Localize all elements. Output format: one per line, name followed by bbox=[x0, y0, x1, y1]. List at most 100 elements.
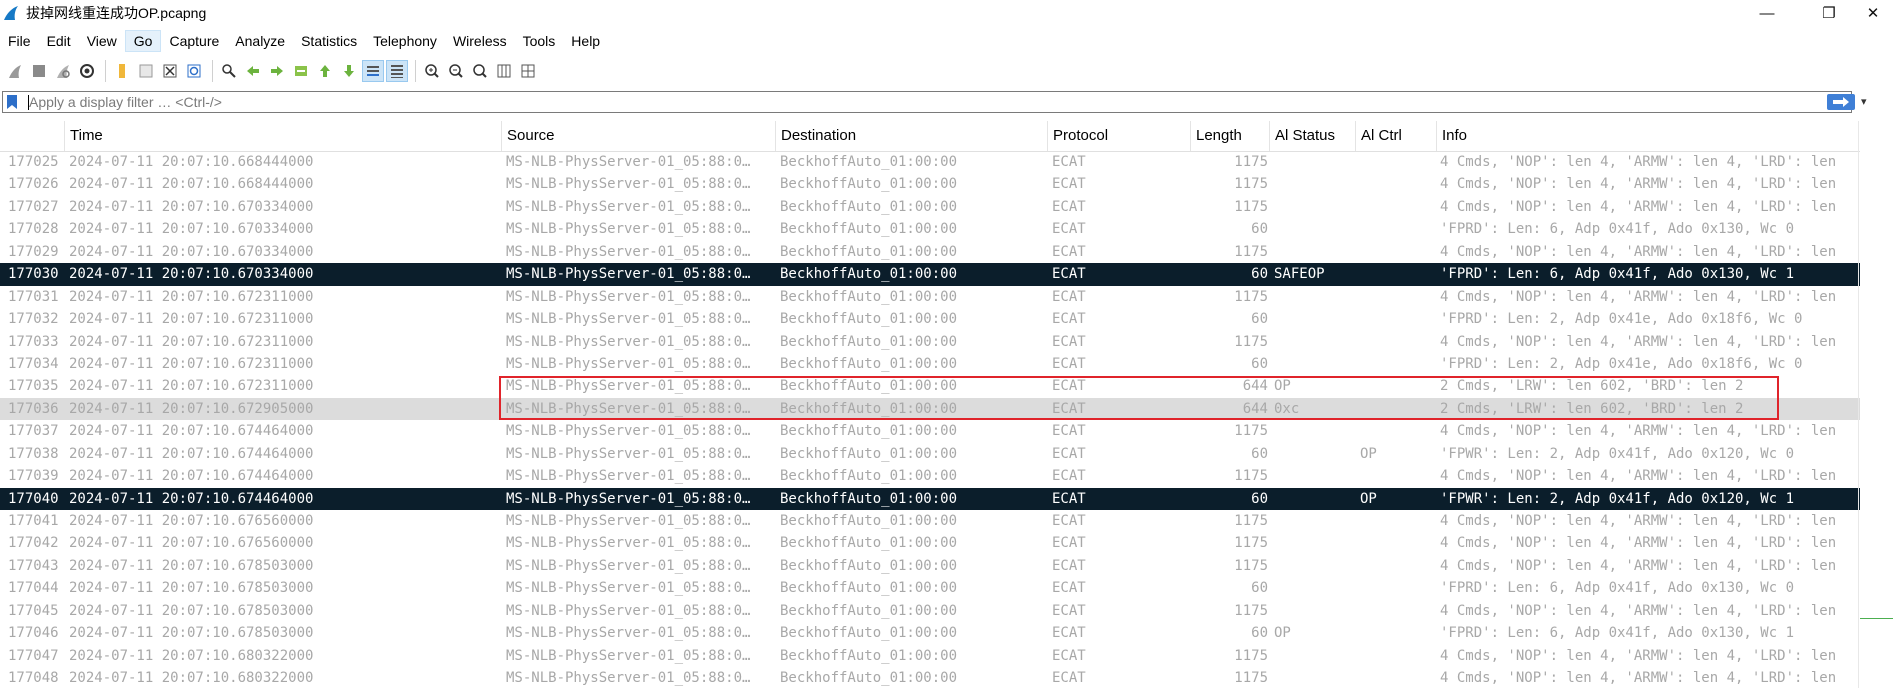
apply-filter-button[interactable] bbox=[1827, 94, 1855, 110]
packet-no: 177026 bbox=[8, 176, 59, 193]
packet-no: 177045 bbox=[8, 602, 59, 619]
menu-tools[interactable]: Tools bbox=[515, 30, 564, 52]
close-file-icon[interactable] bbox=[159, 60, 181, 82]
column-destination[interactable]: Destination bbox=[775, 121, 1047, 151]
packet-row[interactable]: 177028 2024-07-11 20:07:10.670334000 MS-NL… bbox=[0, 218, 1860, 240]
packet-no: 177044 bbox=[8, 580, 59, 597]
menu-go[interactable]: Go bbox=[124, 30, 162, 52]
go-first-icon[interactable] bbox=[314, 60, 336, 82]
open-file-icon[interactable] bbox=[111, 60, 133, 82]
column-protocol[interactable]: Protocol bbox=[1047, 121, 1190, 151]
packet-row[interactable]: 177042 2024-07-11 20:07:10.676560000 MS-NL… bbox=[0, 532, 1860, 554]
menu-edit[interactable]: Edit bbox=[39, 30, 79, 52]
go-forward-icon[interactable] bbox=[266, 60, 288, 82]
menu-telephony[interactable]: Telephony bbox=[365, 30, 445, 52]
column-al-status[interactable]: Al Status bbox=[1269, 121, 1355, 151]
capture-options-icon[interactable] bbox=[76, 60, 98, 82]
packet-row[interactable]: 177046 2024-07-11 20:07:10.678503000 MS-NL… bbox=[0, 622, 1860, 644]
packet-row[interactable]: 177044 2024-07-11 20:07:10.678503000 MS-NL… bbox=[0, 577, 1860, 599]
packet-row[interactable]: 177032 2024-07-11 20:07:10.672311000 MS-NL… bbox=[0, 308, 1860, 330]
column-info[interactable]: Info bbox=[1436, 121, 1860, 151]
packet-destination: BeckhoffAuto_01:00:00 bbox=[780, 154, 958, 170]
packet-row[interactable]: 177047 2024-07-11 20:07:10.680322000 MS-NL… bbox=[0, 645, 1860, 667]
go-back-icon[interactable] bbox=[242, 60, 264, 82]
packet-row[interactable]: 177048 2024-07-11 20:07:10.680322000 MS-NL… bbox=[0, 667, 1860, 689]
column-no[interactable] bbox=[0, 121, 64, 151]
zoom-in-icon[interactable] bbox=[421, 60, 443, 82]
column-al-ctrl[interactable]: Al Ctrl bbox=[1355, 121, 1436, 151]
title-bar: 拔掉网线重连成功OP.pcapng — ❐ ✕ bbox=[0, 0, 1893, 26]
packet-destination: BeckhoffAuto_01:00:00 bbox=[780, 580, 958, 597]
packet-info: 'FPWR': Len: 2, Adp 0x41f, Ado 0x120, Wc… bbox=[1440, 445, 1795, 462]
packet-length: 60 bbox=[1251, 266, 1268, 283]
packet-time: 2024-07-11 20:07:10.678503000 bbox=[69, 557, 314, 574]
packet-time: 2024-07-11 20:07:10.672311000 bbox=[69, 333, 314, 350]
packet-protocol: ECAT bbox=[1052, 288, 1086, 305]
start-capture-icon[interactable] bbox=[4, 60, 26, 82]
packet-row[interactable]: 177025 2024-07-11 20:07:10.668444000 MS-NL… bbox=[0, 151, 1860, 173]
packet-al-ctrl bbox=[1360, 263, 1440, 285]
zoom-out-icon[interactable] bbox=[445, 60, 467, 82]
packet-destination: BeckhoffAuto_01:00:00 bbox=[780, 355, 958, 372]
packet-al-ctrl bbox=[1360, 645, 1440, 667]
zoom-normal-icon[interactable] bbox=[469, 60, 491, 82]
packet-row[interactable]: 177045 2024-07-11 20:07:10.678503000 MS-NL… bbox=[0, 600, 1860, 622]
bookmark-icon[interactable] bbox=[5, 94, 19, 110]
packet-no: 177032 bbox=[8, 311, 59, 328]
packet-row[interactable]: 177027 2024-07-11 20:07:10.670334000 MS-NL… bbox=[0, 196, 1860, 218]
menu-statistics[interactable]: Statistics bbox=[293, 30, 365, 52]
menu-capture[interactable]: Capture bbox=[161, 30, 227, 52]
packet-row[interactable]: 177026 2024-07-11 20:07:10.668444000 MS-NL… bbox=[0, 173, 1860, 195]
packet-row[interactable]: 177030 2024-07-11 20:07:10.670334000 MS-NL… bbox=[0, 263, 1860, 286]
packet-info: 4 Cmds, 'NOP': len 4, 'ARMW': len 4, 'LR… bbox=[1440, 535, 1837, 552]
go-last-icon[interactable] bbox=[338, 60, 360, 82]
packet-time: 2024-07-11 20:07:10.672905000 bbox=[69, 400, 314, 417]
resize-columns-icon[interactable] bbox=[493, 60, 515, 82]
packet-row[interactable]: 177037 2024-07-11 20:07:10.674464000 MS-NL… bbox=[0, 420, 1860, 442]
filter-dropdown-icon[interactable]: ▾ bbox=[1861, 95, 1867, 108]
find-packet-icon[interactable] bbox=[218, 60, 240, 82]
restart-capture-icon[interactable] bbox=[52, 60, 74, 82]
packet-length: 1175 bbox=[1234, 243, 1268, 260]
packet-row[interactable]: 177029 2024-07-11 20:07:10.670334000 MS-NL… bbox=[0, 241, 1860, 263]
packet-row[interactable]: 177031 2024-07-11 20:07:10.672311000 MS-NL… bbox=[0, 286, 1860, 308]
close-button[interactable]: ✕ bbox=[1850, 0, 1893, 26]
packet-al-ctrl bbox=[1360, 532, 1440, 554]
menu-view[interactable]: View bbox=[79, 30, 125, 52]
packet-row[interactable]: 177033 2024-07-11 20:07:10.672311000 MS-NL… bbox=[0, 331, 1860, 353]
packet-row[interactable]: 177034 2024-07-11 20:07:10.672311000 MS-NL… bbox=[0, 353, 1860, 375]
packet-info: 4 Cmds, 'NOP': len 4, 'ARMW': len 4, 'LR… bbox=[1440, 513, 1837, 529]
minimize-button[interactable]: — bbox=[1744, 0, 1790, 26]
packet-time: 2024-07-11 20:07:10.676560000 bbox=[69, 535, 314, 552]
packet-no: 177046 bbox=[8, 625, 59, 642]
menu-help[interactable]: Help bbox=[563, 30, 608, 52]
column-time[interactable]: Time bbox=[64, 121, 501, 151]
packet-row[interactable]: 177041 2024-07-11 20:07:10.676560000 MS-NL… bbox=[0, 510, 1860, 532]
column-source[interactable]: Source bbox=[501, 121, 775, 151]
packet-row[interactable]: 177043 2024-07-11 20:07:10.678503000 MS-NL… bbox=[0, 555, 1860, 577]
packet-source: MS-NLB-PhysServer-01_05:88:0… bbox=[506, 333, 751, 350]
packet-source: MS-NLB-PhysServer-01_05:88:0… bbox=[506, 513, 751, 529]
reload-file-icon[interactable] bbox=[183, 60, 205, 82]
colorize-icon[interactable] bbox=[386, 60, 408, 82]
column-length[interactable]: Length bbox=[1190, 121, 1269, 151]
display-filter-input[interactable] bbox=[29, 93, 1809, 111]
save-file-icon[interactable] bbox=[135, 60, 157, 82]
packet-row[interactable]: 177040 2024-07-11 20:07:10.674464000 MS-NL… bbox=[0, 487, 1860, 510]
packet-destination: BeckhoffAuto_01:00:00 bbox=[780, 445, 958, 462]
packet-al-status bbox=[1274, 443, 1354, 465]
menu-wireless[interactable]: Wireless bbox=[445, 30, 515, 52]
menu-analyze[interactable]: Analyze bbox=[227, 30, 293, 52]
go-to-packet-icon[interactable] bbox=[290, 60, 312, 82]
autoscroll-icon[interactable] bbox=[362, 60, 384, 82]
packet-length: 60 bbox=[1251, 221, 1268, 238]
packet-source: MS-NLB-PhysServer-01_05:88:0… bbox=[506, 647, 751, 664]
packet-row[interactable]: 177038 2024-07-11 20:07:10.674464000 MS-NL… bbox=[0, 443, 1860, 465]
stop-capture-icon[interactable] bbox=[28, 60, 50, 82]
packet-row[interactable]: 177039 2024-07-11 20:07:10.674464000 MS-NL… bbox=[0, 465, 1860, 487]
maximize-button[interactable]: ❐ bbox=[1806, 0, 1852, 26]
packet-al-ctrl bbox=[1360, 218, 1440, 240]
menu-file[interactable]: File bbox=[0, 30, 39, 52]
packet-length: 1175 bbox=[1234, 468, 1268, 485]
expand-icon[interactable] bbox=[517, 60, 539, 82]
